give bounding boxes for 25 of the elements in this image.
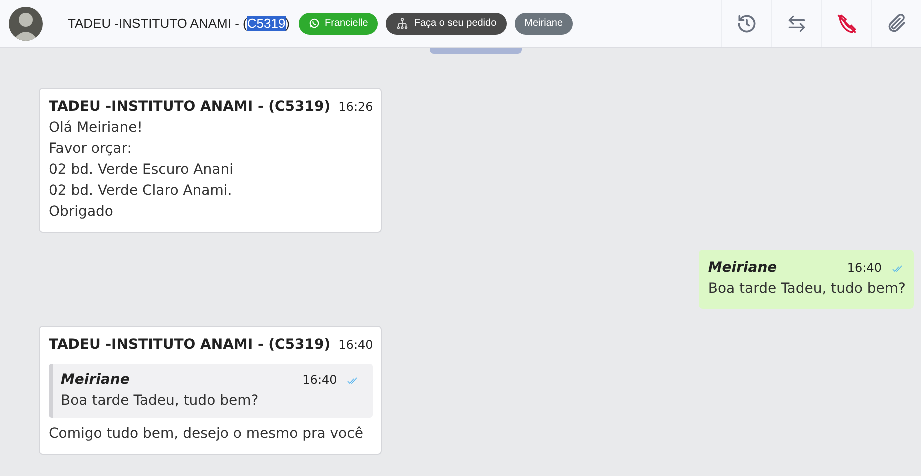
message-text: Favor orçar: <box>49 140 133 159</box>
message-text: Obrigado <box>49 203 114 222</box>
tag[interactable]: Faça o seu pedido <box>386 12 507 34</box>
sender-name: TADEU -INSTITUTO ANAMI - (C5319) <box>49 336 331 355</box>
message-text: 02 bd. Verde Escuro Anani <box>49 161 234 180</box>
message-text: Boa tarde Tadeu, tudo bem? <box>61 392 260 411</box>
tag[interactable]: Francielle <box>299 12 378 34</box>
sender-name: Meiriane <box>708 259 778 278</box>
sender-name: TADEU -INSTITUTO ANAMI - (C5319) <box>49 98 331 117</box>
chat-icon <box>309 18 320 29</box>
message-time: 16:40 <box>338 337 374 354</box>
message-text: 02 bd. Verde Claro Anami. <box>49 182 234 201</box>
message-text: Olá Meiriane! <box>49 119 144 138</box>
message-text: Comigo tudo bem, desejo o mesmo pra você <box>49 425 364 444</box>
message-time: 16:40 <box>847 260 882 277</box>
pull-handle[interactable] <box>430 48 522 54</box>
phone-off-icon <box>836 12 858 34</box>
sender-name: Meiriane <box>61 371 131 390</box>
message-time: 16:40 <box>302 372 338 389</box>
message-time: 16:26 <box>338 99 374 116</box>
history-icon <box>736 12 758 34</box>
message-text: Boa tarde Tadeu, tudo bem? <box>708 280 906 299</box>
tag[interactable]: Meiriane <box>514 12 574 34</box>
hierarchy-icon <box>396 17 410 30</box>
avatar <box>9 6 43 40</box>
